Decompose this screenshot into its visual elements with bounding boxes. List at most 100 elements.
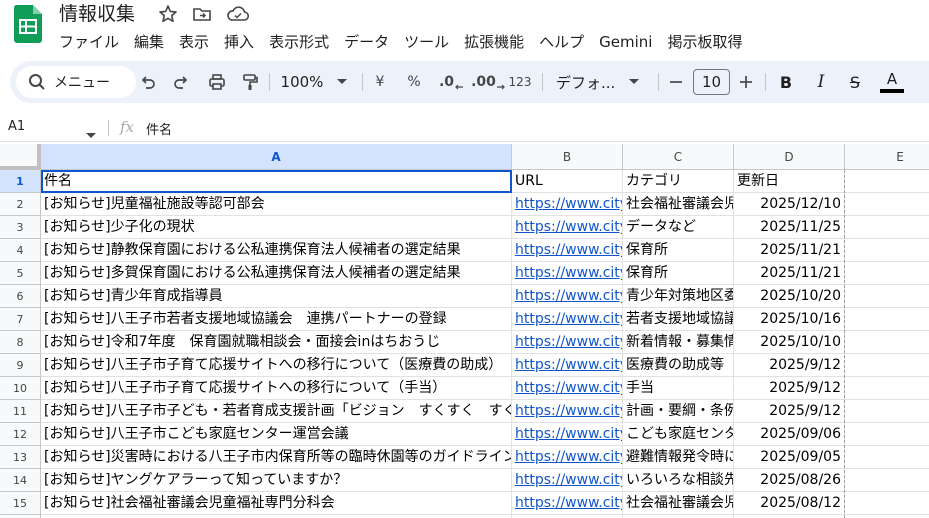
- cell-category[interactable]: 医療費の助成等: [623, 354, 734, 377]
- row-header[interactable]: 5: [0, 262, 41, 285]
- menu-tools[interactable]: ツール: [404, 31, 449, 53]
- column-header-a[interactable]: A: [41, 144, 512, 170]
- cell-url[interactable]: https://www.city.h: [512, 400, 623, 423]
- cell-empty[interactable]: [845, 354, 929, 377]
- row-header[interactable]: 15: [0, 492, 41, 515]
- menu-extensions[interactable]: 拡張機能: [464, 31, 524, 53]
- cell-empty[interactable]: [845, 193, 929, 216]
- menu-gemini[interactable]: Gemini: [599, 31, 652, 53]
- cell-updated-date[interactable]: 2025/10/10: [734, 331, 845, 354]
- cell-empty[interactable]: [845, 469, 929, 492]
- cell-category[interactable]: 社会福祉審議会児: [623, 492, 734, 515]
- cell-url[interactable]: https://www.city.h: [512, 308, 623, 331]
- currency-format-button[interactable]: ¥: [370, 61, 390, 103]
- column-header-e[interactable]: E: [845, 144, 929, 170]
- menu-view[interactable]: 表示: [179, 31, 209, 53]
- cell-subject[interactable]: [お知らせ]静教保育園における公私連携保育法人候補者の選定結果: [41, 239, 512, 262]
- menu-format[interactable]: 表示形式: [269, 31, 329, 53]
- sheets-logo-icon[interactable]: [13, 5, 43, 43]
- row-header[interactable]: 6: [0, 285, 41, 308]
- search-menus-button[interactable]: メニュー: [16, 66, 136, 98]
- decrease-font-size-icon[interactable]: [665, 61, 687, 103]
- cell-category[interactable]: 社会福祉審議会児: [623, 193, 734, 216]
- cell-subject[interactable]: [お知らせ]ヤングケアラーって知っていますか？: [41, 469, 512, 492]
- cell-url[interactable]: https://www.city.h: [512, 193, 623, 216]
- zoom-select[interactable]: 100%: [274, 61, 354, 103]
- cell-empty[interactable]: [845, 400, 929, 423]
- increase-decimal-button[interactable]: .00: [471, 61, 505, 103]
- cell-empty[interactable]: [845, 216, 929, 239]
- cell-empty[interactable]: [845, 308, 929, 331]
- row-header[interactable]: 14: [0, 469, 41, 492]
- row-header[interactable]: 13: [0, 446, 41, 469]
- row-header[interactable]: 7: [0, 308, 41, 331]
- cell-subject[interactable]: [お知らせ]災害時における八王子市内保育所等の臨時休園等のガイドライン: [41, 446, 512, 469]
- cell-empty[interactable]: [845, 331, 929, 354]
- redo-icon[interactable]: [169, 61, 193, 103]
- cell-subject[interactable]: [お知らせ]多賀保育園における公私連携保育法人候補者の選定結果: [41, 262, 512, 285]
- cell-url[interactable]: https://www.city.h: [512, 331, 623, 354]
- row-header[interactable]: 2: [0, 193, 41, 216]
- row-header[interactable]: 9: [0, 354, 41, 377]
- cell-url[interactable]: https://www.city.h: [512, 492, 623, 515]
- cell-updated-date[interactable]: 2025/9/12: [734, 400, 845, 423]
- cell-category[interactable]: 手当: [623, 377, 734, 400]
- cell-subject[interactable]: [お知らせ]令和7年度 保育園就職相談会・面接会inはちおうじ: [41, 331, 512, 354]
- number-format-button[interactable]: 123: [507, 61, 533, 103]
- cell-subject[interactable]: [お知らせ]児童福祉施設等認可部会: [41, 193, 512, 216]
- cell-category[interactable]: こども家庭センタ: [623, 423, 734, 446]
- chevron-down-icon[interactable]: [86, 124, 96, 143]
- formula-input[interactable]: 件名: [146, 119, 172, 138]
- row-header[interactable]: 11: [0, 400, 41, 423]
- row-header[interactable]: 3: [0, 216, 41, 239]
- cell-updated-date[interactable]: 2025/11/25: [734, 216, 845, 239]
- cell-url[interactable]: https://www.city.h: [512, 354, 623, 377]
- cell-category[interactable]: 新着情報・募集情: [623, 331, 734, 354]
- menu-data[interactable]: データ: [344, 31, 389, 53]
- column-header-b[interactable]: B: [512, 144, 623, 170]
- cell-updated-date[interactable]: 2025/11/21: [734, 262, 845, 285]
- cell-url[interactable]: https://www.city.h: [512, 446, 623, 469]
- cell-empty[interactable]: [845, 262, 929, 285]
- cell-empty[interactable]: [845, 492, 929, 515]
- cell-empty[interactable]: [845, 239, 929, 262]
- cell-category[interactable]: 計画・要綱・条例: [623, 400, 734, 423]
- document-title[interactable]: 情報収集: [59, 1, 135, 27]
- cell-url[interactable]: https://www.city.h: [512, 423, 623, 446]
- cell-category[interactable]: 若者支援地域協議: [623, 308, 734, 331]
- menu-edit[interactable]: 編集: [134, 31, 164, 53]
- percent-format-button[interactable]: %: [404, 61, 424, 103]
- cell-url[interactable]: https://www.city.h: [512, 216, 623, 239]
- column-header-c[interactable]: C: [623, 144, 734, 170]
- cell-subject[interactable]: [お知らせ]八王子市子ども・若者育成支援計画「ビジョン すくすく すくすく: [41, 400, 512, 423]
- menu-board-fetch[interactable]: 掲示板取得: [667, 31, 742, 53]
- cell-updated-date[interactable]: 2025/9/12: [734, 354, 845, 377]
- cell-updated-date[interactable]: 2025/08/26: [734, 469, 845, 492]
- cell-url[interactable]: https://www.city.h: [512, 239, 623, 262]
- cell-url[interactable]: https://www.city.h: [512, 469, 623, 492]
- cell-subject[interactable]: [お知らせ]社会福祉審議会児童福祉専門分科会: [41, 492, 512, 515]
- cell-updated-date[interactable]: 2025/09/06: [734, 423, 845, 446]
- menu-insert[interactable]: 挿入: [224, 31, 254, 53]
- cell-subject[interactable]: [お知らせ]八王子市こども家庭センター運営会議: [41, 423, 512, 446]
- cell-updated-date[interactable]: 2025/11/21: [734, 239, 845, 262]
- row-header[interactable]: 8: [0, 331, 41, 354]
- select-all-corner[interactable]: [0, 144, 41, 170]
- cell-category[interactable]: いろいろな相談先: [623, 469, 734, 492]
- cloud-status-icon[interactable]: [226, 4, 250, 24]
- cell-category[interactable]: 青少年対策地区委: [623, 285, 734, 308]
- cell-empty[interactable]: [845, 170, 929, 193]
- cell-url[interactable]: https://www.city.h: [512, 377, 623, 400]
- strikethrough-button[interactable]: S: [844, 61, 866, 103]
- cell-updated-date[interactable]: 2025/12/10: [734, 193, 845, 216]
- cell-subject[interactable]: [お知らせ]八王子市子育て応援サイトへの移行について（医療費の助成）: [41, 354, 512, 377]
- cell-empty[interactable]: [845, 377, 929, 400]
- cell-category[interactable]: 保育所: [623, 239, 734, 262]
- cell-updated-date[interactable]: 2025/10/20: [734, 285, 845, 308]
- cell-category[interactable]: カテゴリ: [623, 170, 734, 193]
- cell-empty[interactable]: [845, 285, 929, 308]
- increase-font-size-icon[interactable]: [735, 61, 757, 103]
- cell-subject[interactable]: [お知らせ]少子化の現状: [41, 216, 512, 239]
- cell-subject[interactable]: 件名: [41, 170, 512, 193]
- cell-updated-date[interactable]: 2025/09/05: [734, 446, 845, 469]
